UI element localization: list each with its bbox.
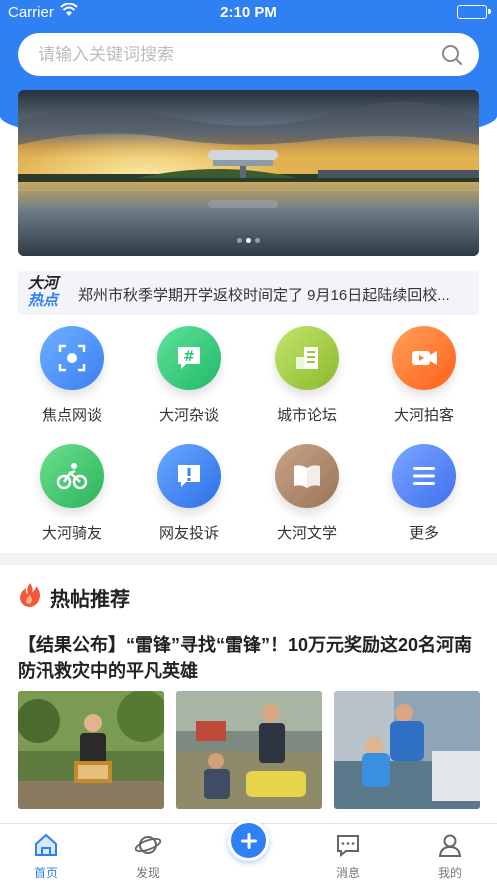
hot-logo-line1: 大河 — [28, 275, 59, 292]
chat-hash-icon: # — [157, 326, 221, 390]
grid-item-focus[interactable]: 焦点网谈 — [22, 326, 122, 425]
grid-item-complaint[interactable]: 网友投诉 — [139, 444, 239, 543]
hot-news-logo: 大河 热点 — [28, 275, 68, 311]
book-icon — [275, 444, 339, 508]
grid-item-literature[interactable]: 大河文学 — [257, 444, 357, 543]
clock: 2:10 PM — [220, 4, 277, 21]
tab-discover[interactable]: 发现 — [98, 824, 198, 883]
hot-news-ticker[interactable]: 大河 热点 郑州市秋季学期开学返校时间定了 9月16日起陆续回校... — [18, 271, 479, 315]
cyclist-icon — [40, 444, 104, 508]
hot-logo-line2: 热点 — [28, 292, 59, 309]
section-divider — [0, 553, 497, 565]
tab-label: 消息 — [335, 866, 360, 880]
tab-label: 我的 — [437, 866, 462, 880]
grid-item-chat[interactable]: # 大河杂谈 — [139, 326, 239, 425]
grid-label: 大河拍客 — [393, 407, 454, 424]
grid-item-cyclist[interactable]: 大河骑友 — [22, 444, 122, 543]
tab-label: 发现 — [135, 866, 160, 880]
banner-carousel[interactable] — [18, 90, 479, 256]
hot-news-text[interactable]: 郑州市秋季学期开学返校时间定了 9月16日起陆续回校... — [78, 284, 468, 305]
grid-label: 城市论坛 — [276, 407, 337, 424]
grid-label: 大河杂谈 — [158, 407, 219, 424]
complaint-icon — [157, 444, 221, 508]
grid-item-forum[interactable]: 城市论坛 — [257, 326, 357, 425]
post-thumbnails[interactable] — [18, 691, 480, 809]
tab-messages[interactable]: 消息 — [298, 824, 398, 883]
search-bar[interactable] — [18, 33, 479, 76]
tab-label: 首页 — [33, 866, 58, 880]
menu-icon — [392, 444, 456, 508]
profile-icon — [437, 832, 463, 863]
grid-label: 大河骑友 — [41, 525, 102, 542]
svg-text:#: # — [183, 349, 195, 365]
grid-label: 更多 — [408, 525, 439, 542]
post-thumbnail[interactable] — [334, 691, 480, 809]
section-title: 热帖推荐 — [50, 589, 130, 611]
focus-icon — [40, 326, 104, 390]
post-title[interactable]: 【结果公布】“雷锋”寻找“雷锋”！10万元奖励这20名河南防汛救灾中的平凡英雄 — [18, 632, 479, 684]
home-icon — [33, 832, 59, 863]
fire-icon — [18, 582, 42, 613]
plus-icon — [240, 832, 257, 849]
search-icon[interactable] — [441, 44, 463, 71]
tab-home[interactable]: 首页 — [0, 824, 96, 883]
message-icon — [335, 832, 361, 863]
grid-label: 焦点网谈 — [41, 407, 102, 424]
grid-label: 大河文学 — [276, 525, 337, 542]
battery-icon — [457, 5, 491, 19]
grid-label: 网友投诉 — [158, 525, 219, 542]
grid-item-more[interactable]: 更多 — [374, 444, 474, 543]
status-bar: Carrier 2:10 PM — [0, 0, 497, 26]
carousel-indicator[interactable] — [18, 230, 479, 248]
forum-icon — [275, 326, 339, 390]
tab-profile[interactable]: 我的 — [400, 824, 497, 883]
grid-item-video[interactable]: 大河拍客 — [374, 326, 474, 425]
post-thumbnail[interactable] — [176, 691, 322, 809]
search-input[interactable] — [18, 33, 418, 76]
video-icon — [392, 326, 456, 390]
add-post-button[interactable] — [228, 820, 269, 861]
planet-icon — [134, 832, 162, 863]
post-thumbnail[interactable] — [18, 691, 164, 809]
